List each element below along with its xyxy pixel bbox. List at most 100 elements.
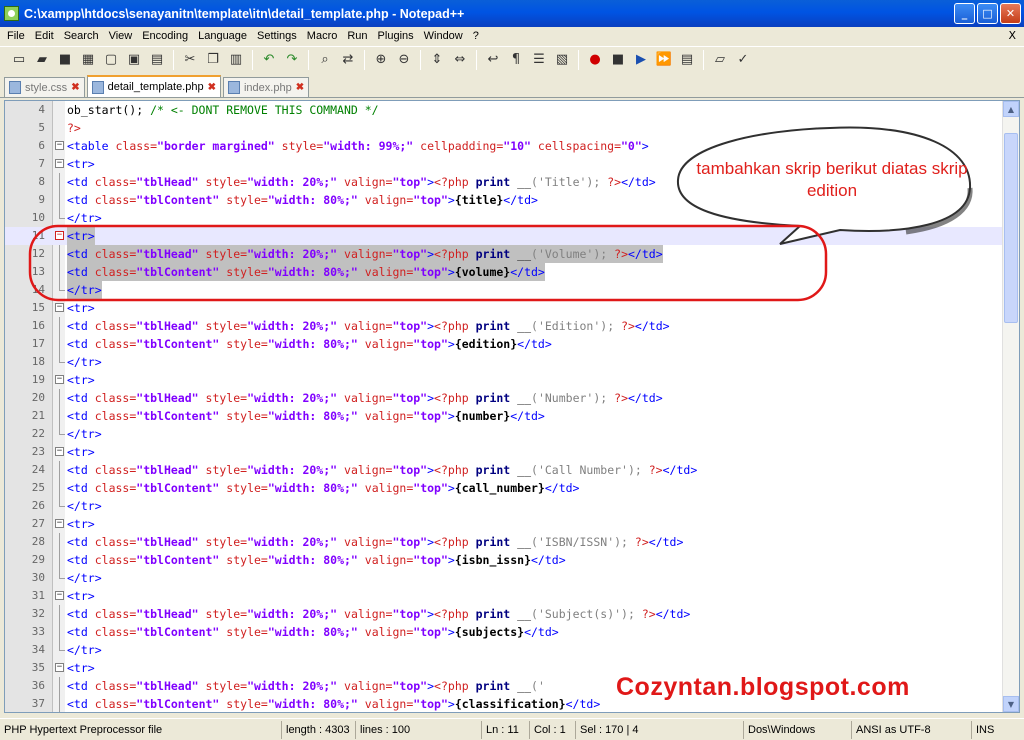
menu-help[interactable]: ?: [468, 30, 484, 42]
code-line[interactable]: 14 </tr>: [5, 281, 1003, 299]
fold-toggle-icon[interactable]: −: [55, 231, 64, 240]
toolbar-separator: [252, 49, 253, 70]
fold-toggle-icon[interactable]: −: [55, 159, 64, 168]
fold-toggle-icon[interactable]: −: [55, 591, 64, 600]
code-text: <tr>: [67, 589, 95, 603]
code-line[interactable]: 19 − <tr>: [5, 371, 1003, 389]
tab-close-icon[interactable]: ✖: [71, 82, 79, 93]
zoom-in-icon[interactable]: ⊕: [370, 49, 392, 71]
line-number: 23: [31, 445, 45, 458]
stop-record-icon[interactable]: ■: [607, 49, 629, 71]
tab-index-php[interactable]: index.php ✖: [222, 77, 310, 97]
code-line[interactable]: 11 − <tr>: [5, 227, 1003, 245]
menu-edit[interactable]: Edit: [30, 30, 59, 42]
spell-check-icon[interactable]: ✓: [732, 49, 754, 71]
scroll-up-arrow-icon[interactable]: ▲: [1003, 101, 1019, 117]
menu-language[interactable]: Language: [193, 30, 252, 42]
scroll-down-arrow-icon[interactable]: ▼: [1003, 696, 1019, 712]
tab-label: detail_template.php: [107, 81, 204, 93]
code-line[interactable]: 10 </tr>: [5, 209, 1003, 227]
undo-icon[interactable]: ↶: [258, 49, 280, 71]
code-line[interactable]: 18 </tr>: [5, 353, 1003, 371]
run-macro-multiple-icon[interactable]: ⏩: [653, 49, 675, 71]
sync-vertical-icon[interactable]: ⇕: [426, 49, 448, 71]
code-line[interactable]: 23 − <tr>: [5, 443, 1003, 461]
indent-guide-icon[interactable]: ☰: [528, 49, 550, 71]
code-line[interactable]: 17 <td class="tblContent" style="width: 8…: [5, 335, 1003, 353]
code-line[interactable]: 20 <td class="tblHead" style="width: 20%;…: [5, 389, 1003, 407]
word-wrap-icon[interactable]: ↩: [482, 49, 504, 71]
paste-icon[interactable]: ▥: [225, 49, 247, 71]
code-line[interactable]: 32 <td class="tblHead" style="width: 20%;…: [5, 605, 1003, 623]
tab-detail-template-php[interactable]: detail_template.php ✖: [86, 75, 221, 97]
code-line[interactable]: 21 <td class="tblContent" style="width: 8…: [5, 407, 1003, 425]
fold-toggle-icon[interactable]: −: [55, 375, 64, 384]
code-line[interactable]: 28 <td class="tblHead" style="width: 20%;…: [5, 533, 1003, 551]
redo-icon[interactable]: ↷: [281, 49, 303, 71]
blog-watermark: Cozyntan.blogspot.com: [616, 673, 910, 701]
code-line[interactable]: 27 − <tr>: [5, 515, 1003, 533]
minimize-button[interactable]: _: [954, 3, 975, 24]
menu-window[interactable]: Window: [419, 30, 468, 42]
vertical-scrollbar[interactable]: ▲ ▼: [1002, 101, 1019, 712]
cut-icon[interactable]: ✂: [179, 49, 201, 71]
menu-search[interactable]: Search: [59, 30, 104, 42]
code-line[interactable]: 34 </tr>: [5, 641, 1003, 659]
code-line[interactable]: 12 <td class="tblHead" style="width: 20%;…: [5, 245, 1003, 263]
code-line[interactable]: 22 </tr>: [5, 425, 1003, 443]
code-line[interactable]: 31 − <tr>: [5, 587, 1003, 605]
code-line[interactable]: 24 <td class="tblHead" style="width: 20%;…: [5, 461, 1003, 479]
save-icon[interactable]: ■: [54, 49, 76, 71]
show-all-chars-icon[interactable]: ¶: [505, 49, 527, 71]
code-line[interactable]: 13 <td class="tblContent" style="width: 8…: [5, 263, 1003, 281]
playback-macro-icon[interactable]: ▶: [630, 49, 652, 71]
line-number: 26: [31, 499, 45, 512]
menu-plugins[interactable]: Plugins: [373, 30, 419, 42]
new-file-icon[interactable]: ▭: [8, 49, 30, 71]
fold-toggle-icon[interactable]: −: [55, 303, 64, 312]
save-macro-icon[interactable]: ▤: [676, 49, 698, 71]
scrollbar-thumb[interactable]: [1004, 133, 1018, 323]
zoom-out-icon[interactable]: ⊖: [393, 49, 415, 71]
fold-toggle-icon[interactable]: −: [55, 447, 64, 456]
close-all-icon[interactable]: ▣: [123, 49, 145, 71]
tab-style-css[interactable]: style.css ✖: [4, 77, 85, 97]
maximize-button[interactable]: □: [977, 3, 998, 24]
code-line[interactable]: 33 <td class="tblContent" style="width: 8…: [5, 623, 1003, 641]
menu-settings[interactable]: Settings: [252, 30, 302, 42]
menu-run[interactable]: Run: [342, 30, 372, 42]
fold-toggle-icon[interactable]: −: [55, 663, 64, 672]
menu-view[interactable]: View: [104, 30, 138, 42]
fold-line: [59, 263, 60, 281]
close-file-icon[interactable]: ▢: [100, 49, 122, 71]
tab-close-icon[interactable]: ✖: [296, 82, 304, 93]
tab-close-icon[interactable]: ✖: [208, 82, 216, 93]
code-line[interactable]: 29 <td class="tblContent" style="width: 8…: [5, 551, 1003, 569]
code-line[interactable]: 26 </tr>: [5, 497, 1003, 515]
code-line[interactable]: 6 − <table class="border margined" style="…: [5, 137, 1003, 155]
sync-horizontal-icon[interactable]: ⇔: [449, 49, 471, 71]
record-macro-icon[interactable]: ●: [584, 49, 606, 71]
fold-toggle-icon[interactable]: −: [55, 519, 64, 528]
code-line[interactable]: 4 ob_start(); /* <- DONT REMOVE THIS COMM…: [5, 101, 1003, 119]
close-document-button[interactable]: X: [1008, 29, 1016, 42]
menu-macro[interactable]: Macro: [302, 30, 343, 42]
open-folder-icon[interactable]: ▱: [709, 49, 731, 71]
open-file-icon[interactable]: ▰: [31, 49, 53, 71]
code-line[interactable]: 15 − <tr>: [5, 299, 1003, 317]
menu-file[interactable]: File: [2, 30, 30, 42]
code-line[interactable]: 5 ?>: [5, 119, 1003, 137]
find-icon[interactable]: ⌕: [314, 49, 336, 71]
code-line[interactable]: 25 <td class="tblContent" style="width: 8…: [5, 479, 1003, 497]
user-defined-lang-icon[interactable]: ▧: [551, 49, 573, 71]
code-line[interactable]: 16 <td class="tblHead" style="width: 20%;…: [5, 317, 1003, 335]
code-line[interactable]: 30 </tr>: [5, 569, 1003, 587]
save-all-icon[interactable]: ▦: [77, 49, 99, 71]
close-button[interactable]: ✕: [1000, 3, 1021, 24]
print-icon[interactable]: ▤: [146, 49, 168, 71]
menu-encoding[interactable]: Encoding: [137, 30, 193, 42]
replace-icon[interactable]: ⇄: [337, 49, 359, 71]
fold-toggle-icon[interactable]: −: [55, 141, 64, 150]
line-number: 9: [38, 193, 45, 206]
copy-icon[interactable]: ❐: [202, 49, 224, 71]
